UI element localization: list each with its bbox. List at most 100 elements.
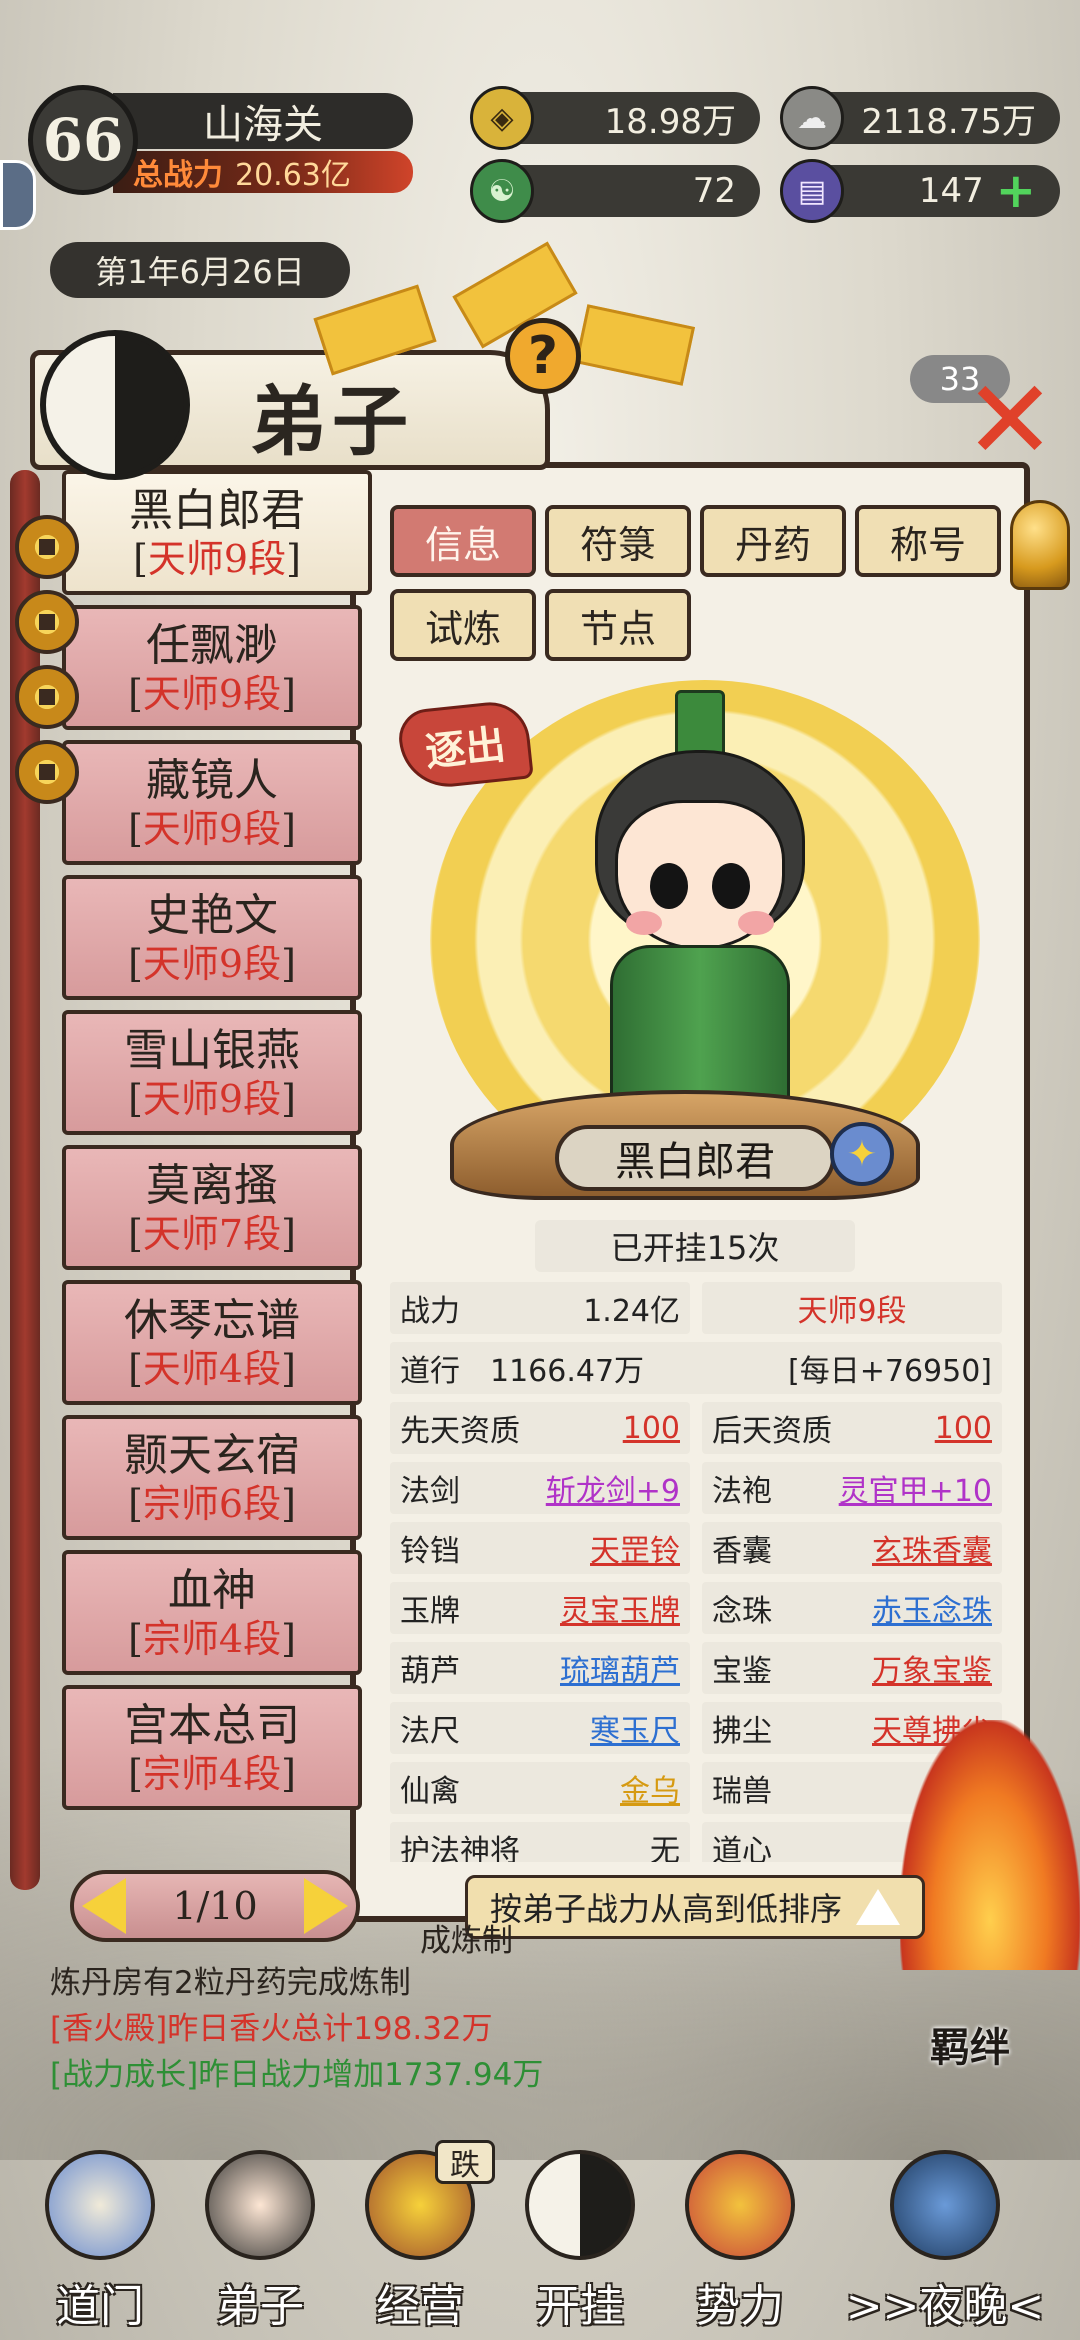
event-log: 炼丹房有2粒丹药完成炼制 [香火殿]昨日香火总计198.32万 [战力成长]昨日… <box>50 1960 630 2098</box>
player-name: 山海关 <box>113 93 413 149</box>
player-hud: 66 山海关 总战力 20.63亿 <box>18 85 418 195</box>
side-drawer-tab[interactable] <box>0 160 36 230</box>
disciple-item[interactable]: 休琴忘谱 [天师4段] <box>62 1280 362 1405</box>
tab-trial[interactable]: 试炼 <box>390 589 536 661</box>
jade-icon: ☯ <box>470 159 534 223</box>
bond-button[interactable]: 羁绊 <box>930 2015 1010 2073</box>
add-scroll-button[interactable]: + <box>996 167 1036 215</box>
sort-button[interactable]: 按弟子战力从高到低排序 <box>465 1875 925 1939</box>
whisk-icon[interactable]: ✦ <box>830 1122 894 1186</box>
resource-jade-value: 72 <box>692 171 736 211</box>
equip-cell: 玉牌 灵宝玉牌 <box>390 1582 690 1634</box>
resource-jade[interactable]: ☯ 72 <box>470 159 760 223</box>
disciple-name: 莫离搔 <box>146 1160 278 1211</box>
stat-cell: 后天资质 100 <box>702 1402 1002 1454</box>
disciple-item[interactable]: 颢天玄宿 [宗师6段] <box>62 1415 362 1540</box>
coin-decoration <box>15 515 79 579</box>
equip-link[interactable]: 天罡铃 <box>590 1526 680 1570</box>
scroll-icon: ▤ <box>780 159 844 223</box>
help-button[interactable]: ? <box>505 318 581 394</box>
tab-title[interactable]: 称号 <box>855 505 1001 577</box>
close-button[interactable]: ✕ <box>960 365 1060 475</box>
night-icon <box>890 2150 1000 2260</box>
equip-link[interactable]: 赤玉念珠 <box>872 1586 992 1630</box>
resource-incense[interactable]: ☁ 2118.75万 <box>780 86 1060 150</box>
nav-badge: 跌 <box>435 2140 495 2184</box>
equip-cell: 法剑 斩龙剑+9 <box>390 1462 690 1514</box>
equip-cell: 法尺 寒玉尺 <box>390 1702 690 1754</box>
nav-disciple[interactable]: 弟子 <box>180 2140 340 2340</box>
disciple-item[interactable]: 莫离搔 [天师7段] <box>62 1145 362 1270</box>
disciple-item[interactable]: 史艳文 [天师9段] <box>62 875 362 1000</box>
yinyang-icon <box>40 330 190 480</box>
disciple-rank: [宗师6段] <box>128 1482 296 1526</box>
hang-count: 已开挂15次 <box>535 1220 855 1272</box>
disciple-rank: [天师9段] <box>128 807 296 851</box>
game-date: 第1年6月26日 <box>50 242 350 298</box>
equip-link[interactable]: 灵宝玉牌 <box>560 1586 680 1630</box>
disciple-item[interactable]: 宫本总司 [宗师4段] <box>62 1685 362 1810</box>
disciple-name: 颢天玄宿 <box>124 1430 300 1481</box>
disciple-name: 雪山银燕 <box>124 1025 300 1076</box>
nav-taoist-gate[interactable]: 道门 <box>20 2140 180 2340</box>
disciple-item[interactable]: 黑白郎君 [天师9段] <box>62 470 372 595</box>
nav-hang[interactable]: 开挂 <box>500 2140 660 2340</box>
prev-page-button[interactable] <box>82 1878 126 1934</box>
resource-scroll-value: 147 <box>918 171 984 211</box>
character-eye <box>650 863 688 909</box>
yinyang-icon <box>525 2150 635 2260</box>
log-partial: 成炼制 <box>420 1923 513 1959</box>
next-page-button[interactable] <box>304 1878 348 1934</box>
disciple-item[interactable]: 任飘渺 [天师9段] <box>62 605 362 730</box>
equip-link[interactable]: 万象宝鉴 <box>872 1646 992 1690</box>
disciple-icon <box>205 2150 315 2260</box>
disciple-item[interactable]: 血神 [宗师4段] <box>62 1550 362 1675</box>
character-blush <box>626 911 662 935</box>
tab-talisman[interactable]: 符箓 <box>545 505 691 577</box>
total-power-value: 20.63亿 <box>235 158 351 193</box>
disciple-name: 史艳文 <box>146 890 278 941</box>
equip-link[interactable]: 灵官甲+10 <box>839 1466 992 1510</box>
disciple-name: 黑白郎君 <box>129 485 305 536</box>
stat-rank: 天师9段 <box>702 1282 1002 1334</box>
resource-coin[interactable]: ◈ 18.98万 <box>470 86 760 150</box>
equip-cell: 法袍 灵官甲+10 <box>702 1462 1002 1514</box>
disciple-item[interactable]: 藏镜人 [天师9段] <box>62 740 362 865</box>
talisman-icon <box>685 2150 795 2260</box>
equip-link[interactable]: 斩龙剑+9 <box>546 1466 680 1510</box>
taoist-gate-icon <box>45 2150 155 2260</box>
level-badge[interactable]: 66 <box>28 85 138 195</box>
disciple-item[interactable]: 雪山银燕 [天师9段] <box>62 1010 362 1135</box>
resource-coin-value: 18.98万 <box>604 101 736 142</box>
disciple-rank: [天师9段] <box>128 1077 296 1121</box>
equip-link[interactable]: 寒玉尺 <box>590 1706 680 1750</box>
panel-title: 弟子 <box>250 377 414 466</box>
character-eye <box>712 863 750 909</box>
nav-night[interactable]: >>夜晚< <box>830 2140 1060 2340</box>
stat-value: 天师9段 <box>797 1294 907 1329</box>
equip-link[interactable]: 玄珠香囊 <box>872 1526 992 1570</box>
equip-link[interactable]: 金乌 <box>620 1766 680 1810</box>
total-power-label: 总战力 <box>133 158 223 193</box>
bottom-nav: 道门 弟子 跌 经营 开挂 势力 >>夜晚< <box>0 2140 1080 2340</box>
tab-pill[interactable]: 丹药 <box>700 505 846 577</box>
equip-link[interactable]: 琉璃葫芦 <box>560 1646 680 1690</box>
tab-node[interactable]: 节点 <box>545 589 691 661</box>
nav-shop[interactable]: 跌 经营 <box>340 2140 500 2340</box>
incense-icon: ☁ <box>780 86 844 150</box>
disciple-list: 黑白郎君 [天师9段] 任飘渺 [天师9段] 藏镜人 [天师9段] 史艳文 [天… <box>62 470 372 1820</box>
stat-value: 1166.47万 <box>490 1354 645 1389</box>
stat-label: 道行 <box>400 1354 460 1389</box>
equip-cell: 仙禽 金乌 <box>390 1762 690 1814</box>
coin-decoration <box>15 740 79 804</box>
tab-info[interactable]: 信息 <box>390 505 536 577</box>
stat-value[interactable]: 100 <box>623 1411 680 1446</box>
nav-faction[interactable]: 势力 <box>660 2140 820 2340</box>
stat-value[interactable]: 100 <box>935 1411 992 1446</box>
stat-dao: 道行 1166.47万 [每日+76950] <box>390 1342 1002 1394</box>
stat-value: 无 <box>650 1834 680 1862</box>
equip-cell: 宝鉴 万象宝鉴 <box>702 1642 1002 1694</box>
character-blush <box>738 911 774 935</box>
disciple-name: 任飘渺 <box>146 620 278 671</box>
resource-scroll[interactable]: ▤ 147 + <box>780 159 1060 223</box>
